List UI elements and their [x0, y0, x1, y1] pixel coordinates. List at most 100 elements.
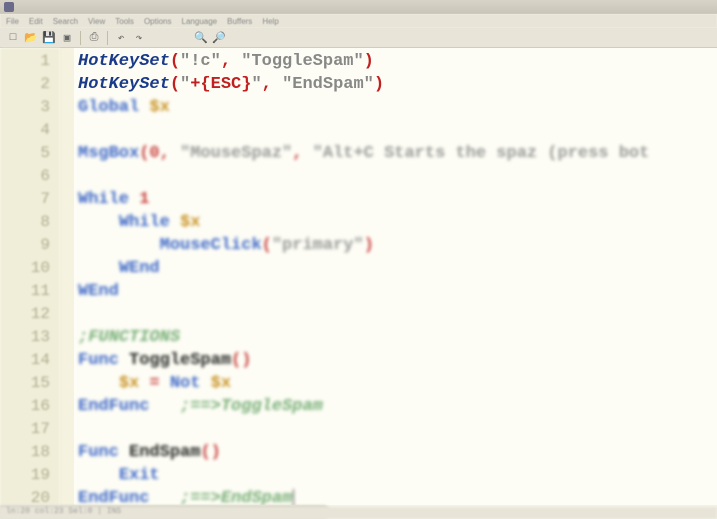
token: HotKeySet [78, 75, 170, 94]
token: " [251, 75, 261, 94]
token: HotKeySet [78, 52, 170, 71]
code-area[interactable]: HotKeySet("!c", "ToggleSpam")HotKeySet("… [60, 48, 717, 505]
line-number: 15 [0, 372, 50, 395]
saveall-icon[interactable]: ▣ [60, 31, 74, 45]
line-number: 8 [0, 211, 50, 234]
code-line[interactable] [78, 165, 717, 188]
code-line[interactable]: Func ToggleSpam() [78, 349, 717, 372]
token: , [262, 75, 272, 94]
menu-view[interactable]: View [88, 17, 105, 26]
line-number: 14 [0, 349, 50, 372]
token: $x [211, 374, 231, 393]
token: Func [78, 443, 129, 462]
code-line[interactable]: HotKeySet("!c", "ToggleSpam") [78, 50, 717, 73]
token: WEnd [78, 282, 119, 301]
token: ) [364, 236, 374, 255]
menu-search[interactable]: Search [53, 17, 78, 26]
print-icon[interactable]: ⎙ [87, 31, 101, 45]
token [231, 52, 241, 71]
line-number: 19 [0, 464, 50, 487]
status-text: ln:20 col:23 Sel:0 | INS [6, 507, 121, 516]
token [78, 466, 119, 485]
menu-edit[interactable]: Edit [29, 17, 43, 26]
token [302, 144, 312, 163]
line-number: 17 [0, 418, 50, 441]
menu-help[interactable]: Help [262, 17, 278, 26]
line-number: 12 [0, 303, 50, 326]
code-line[interactable] [78, 303, 717, 326]
token [160, 374, 170, 393]
line-number: 7 [0, 188, 50, 211]
code-line[interactable]: ;FUNCTIONS [78, 326, 717, 349]
code-line[interactable]: WEnd [78, 280, 717, 303]
menu-file[interactable]: File [6, 17, 19, 26]
code-line[interactable]: EndFunc ;==>ToggleSpam [78, 395, 717, 418]
token: ;==>ToggleSpam [180, 397, 323, 416]
line-number: 9 [0, 234, 50, 257]
code-line[interactable] [78, 418, 717, 441]
line-number: 1 [0, 50, 50, 73]
editor: 1234567891011121314151617181920 HotKeySe… [0, 48, 717, 505]
menu-options[interactable]: Options [144, 17, 172, 26]
token: "MouseSpaz" [180, 144, 292, 163]
zoom-in-icon[interactable]: 🔍 [194, 31, 208, 45]
menubar[interactable]: File Edit Search View Tools Options Language Bu… [0, 14, 717, 28]
toolbar-separator [80, 31, 81, 45]
line-number-gutter[interactable]: 1234567891011121314151617181920 [0, 48, 60, 505]
code-line[interactable]: WEnd [78, 257, 717, 280]
token: EndFunc [78, 397, 149, 416]
token: ( [170, 52, 180, 71]
zoom-out-icon[interactable]: 🔎 [212, 31, 226, 45]
text-caret [293, 489, 294, 505]
token: , [160, 144, 170, 163]
menu-tools[interactable]: Tools [115, 17, 134, 26]
code-line[interactable]: Global $x [78, 96, 717, 119]
token: "EndSpam" [282, 75, 374, 94]
token [170, 144, 180, 163]
token: While [119, 213, 180, 232]
token: ( [139, 144, 149, 163]
token: Not [170, 374, 211, 393]
token [78, 259, 119, 278]
toolbar: □ 📂 💾 ▣ ⎙ ↶ ↷ 🔍 🔎 [0, 28, 717, 48]
token: "!c" [180, 52, 221, 71]
line-number: 2 [0, 73, 50, 96]
code-line[interactable] [78, 119, 717, 142]
token: " [180, 75, 190, 94]
line-number: 5 [0, 142, 50, 165]
line-number: 3 [0, 96, 50, 119]
token: $x [149, 98, 169, 117]
menu-buffers[interactable]: Buffers [227, 17, 252, 26]
code-line[interactable]: MouseClick("primary") [78, 234, 717, 257]
code-line[interactable]: Func EndSpam() [78, 441, 717, 464]
titlebar[interactable] [0, 0, 717, 14]
code-line[interactable]: While 1 [78, 188, 717, 211]
code-line[interactable]: HotKeySet("+{ESC}", "EndSpam") [78, 73, 717, 96]
code-line[interactable]: MsgBox(0, "MouseSpaz", "Alt+C Starts the… [78, 142, 717, 165]
token [149, 489, 180, 505]
open-file-icon[interactable]: 📂 [24, 31, 38, 45]
toolbar-separator [107, 31, 108, 45]
token: ) [364, 52, 374, 71]
redo-icon[interactable]: ↷ [132, 31, 146, 45]
token: , [221, 52, 231, 71]
app-icon [4, 2, 14, 12]
code-line[interactable]: $x = Not $x [78, 372, 717, 395]
token: "primary" [272, 236, 364, 255]
token: ) [374, 75, 384, 94]
code-line[interactable]: EndFunc ;==>EndSpam [78, 487, 717, 505]
token: ( [170, 75, 180, 94]
undo-icon[interactable]: ↶ [114, 31, 128, 45]
token: ;==>EndSpam [180, 489, 292, 505]
save-file-icon[interactable]: 💾 [42, 31, 56, 45]
menu-language[interactable]: Language [182, 17, 218, 26]
token [272, 75, 282, 94]
new-file-icon[interactable]: □ [6, 31, 20, 45]
token: EndSpam [129, 443, 200, 462]
token: ToggleSpam [129, 351, 231, 370]
token: ( [262, 236, 272, 255]
line-number: 16 [0, 395, 50, 418]
code-line[interactable]: While $x [78, 211, 717, 234]
token: WEnd [119, 259, 160, 278]
code-line[interactable]: Exit [78, 464, 717, 487]
